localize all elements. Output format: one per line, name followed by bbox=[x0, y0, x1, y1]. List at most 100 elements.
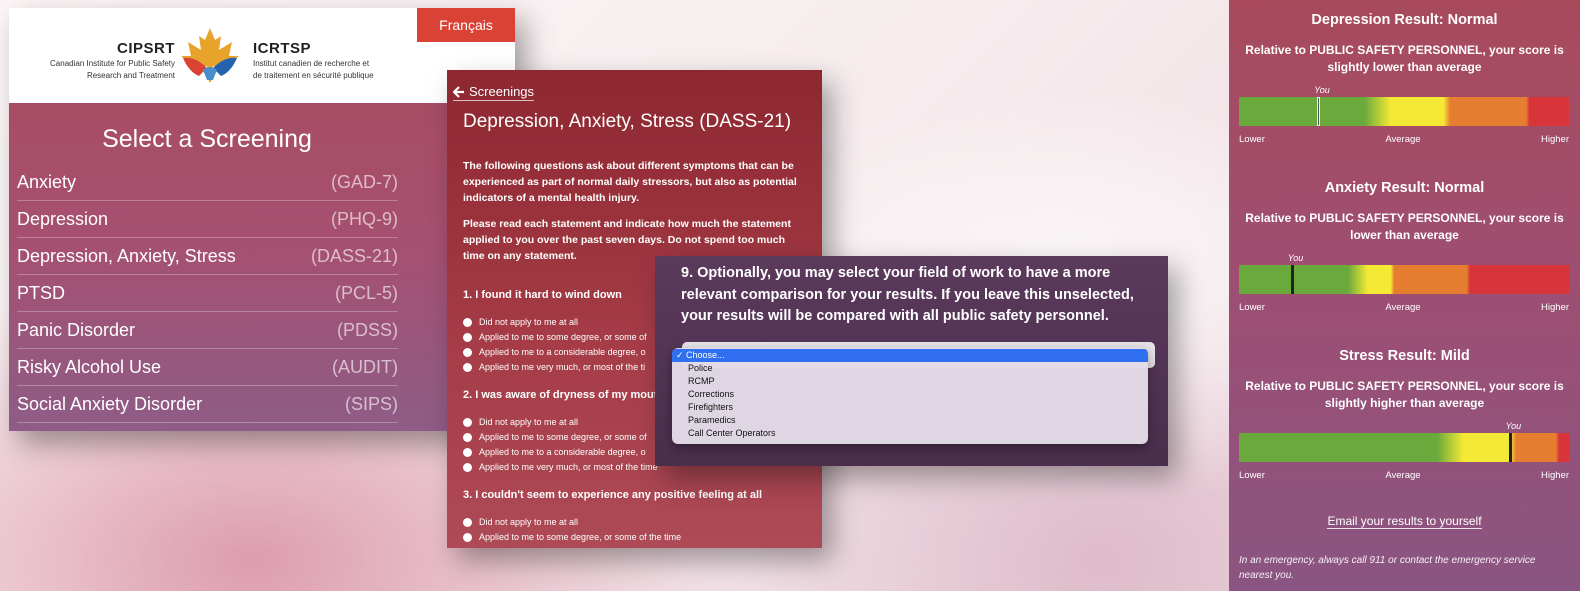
screening-item-social-anxiety[interactable]: Social Anxiety Disorder (SIPS) bbox=[17, 386, 398, 423]
answer-option[interactable]: Applied to me to a considerable degree, … bbox=[463, 447, 646, 457]
answer-option[interactable]: Applied to me to some degree, or some of bbox=[463, 332, 647, 342]
radio-button[interactable] bbox=[463, 432, 472, 442]
scale-average-label: Average bbox=[1385, 302, 1421, 313]
scale-lower-label: Lower bbox=[1239, 302, 1265, 313]
depression-result-description: Relative to PUBLIC SAFETY PERSONNEL, you… bbox=[1245, 43, 1564, 74]
page-title: Select a Screening bbox=[102, 125, 312, 153]
results-panel: Depression Result: Normal Relative to PU… bbox=[1229, 0, 1580, 591]
screening-code: (SIPS) bbox=[344, 393, 398, 414]
screening-code: (DASS-21) bbox=[310, 245, 398, 266]
logo-french-line1: Institut canadien de recherche et bbox=[253, 59, 370, 68]
answer-option[interactable]: Applied to me to some degree, or some of… bbox=[463, 532, 681, 542]
screening-code: (PCL-5) bbox=[334, 282, 398, 303]
dropdown-option-firefighters[interactable]: Firefighters bbox=[672, 401, 1148, 414]
scale-labels: Lower Average Higher bbox=[1239, 302, 1569, 313]
answer-option[interactable]: Applied to me very much, or most of the … bbox=[463, 362, 645, 372]
score-marker bbox=[1317, 97, 1321, 126]
option-label: Applied to me to some degree, or some of bbox=[479, 332, 647, 342]
anxiety-result-description: Relative to PUBLIC SAFETY PERSONNEL, you… bbox=[1245, 211, 1564, 242]
radio-button[interactable] bbox=[463, 517, 472, 527]
screening-code: (AUDIT) bbox=[332, 356, 398, 377]
answer-option[interactable]: Did not apply to me at all bbox=[463, 517, 578, 527]
depression-result-title: Depression Result: Normal bbox=[1311, 12, 1498, 28]
field-of-work-panel: 9. Optionally, you may select your field… bbox=[655, 256, 1168, 466]
answer-option[interactable]: Applied to me very much, or most of the … bbox=[463, 462, 658, 472]
field-of-work-dropdown[interactable]: ✓ Choose... Police RCMP Corrections Fire… bbox=[672, 348, 1148, 444]
option-label: Applied to me to a considerable degree, … bbox=[479, 347, 646, 357]
dropdown-option-paramedics[interactable]: Paramedics bbox=[672, 414, 1148, 427]
scale-lower-label: Lower bbox=[1239, 134, 1265, 145]
logo-french-abbr: ICRTSP bbox=[253, 40, 312, 57]
screening-item-ptsd[interactable]: PTSD (PCL-5) bbox=[17, 275, 398, 312]
intro-paragraph: The following questions ask about differ… bbox=[463, 160, 797, 204]
anxiety-result-title: Anxiety Result: Normal bbox=[1324, 180, 1485, 196]
header-logo-bar: CIPSRT Canadian Institute for Public Saf… bbox=[9, 8, 515, 103]
logo-english-abbr: CIPSRT bbox=[116, 40, 175, 57]
back-to-screenings-link[interactable]: Screenings bbox=[453, 84, 535, 101]
radio-button[interactable] bbox=[463, 417, 472, 427]
screening-item-dass21[interactable]: Depression, Anxiety, Stress (DASS-21) bbox=[17, 238, 398, 275]
screening-label: PTSD bbox=[17, 282, 66, 303]
you-label: You bbox=[1287, 253, 1304, 263]
dropdown-option-choose[interactable]: ✓ Choose... bbox=[672, 349, 1148, 362]
logo-english-line1: Canadian Institute for Public Safety bbox=[50, 59, 175, 68]
screening-item-alcohol[interactable]: Risky Alcohol Use (AUDIT) bbox=[17, 349, 398, 386]
maple-leaf-logo-icon bbox=[181, 28, 239, 82]
question-title: 2. I was aware of dryness of my mout bbox=[463, 389, 658, 401]
dropdown-option-police[interactable]: Police bbox=[672, 362, 1148, 375]
option-label: Did not apply to me at all bbox=[479, 417, 579, 427]
question-title: 3. I couldn't seem to experience any pos… bbox=[463, 489, 763, 501]
score-marker bbox=[1508, 433, 1512, 462]
stress-score-bar bbox=[1239, 433, 1569, 462]
questionnaire-title: Depression, Anxiety, Stress (DASS-21) bbox=[463, 111, 792, 132]
answer-option[interactable]: Did not apply to me at all bbox=[463, 417, 578, 427]
screening-code: (PHQ-9) bbox=[331, 208, 398, 229]
screening-item-depression[interactable]: Depression (PHQ-9) bbox=[17, 201, 398, 238]
screening-label: Anxiety bbox=[17, 171, 77, 192]
option-label: Applied to me to a considerable degree, … bbox=[479, 447, 646, 457]
radio-button[interactable] bbox=[463, 362, 472, 372]
option-label: Did not apply to me at all bbox=[479, 317, 579, 327]
radio-button[interactable] bbox=[463, 532, 472, 542]
option-label: Applied to me to some degree, or some of… bbox=[479, 532, 682, 542]
scale-higher-label: Higher bbox=[1541, 470, 1569, 481]
score-marker bbox=[1290, 265, 1294, 294]
scale-higher-label: Higher bbox=[1541, 302, 1569, 313]
radio-button[interactable] bbox=[463, 317, 472, 327]
arrow-left-icon bbox=[453, 85, 464, 98]
stress-result-description: Relative to PUBLIC SAFETY PERSONNEL, you… bbox=[1245, 379, 1564, 410]
dropdown-option-rcmp[interactable]: RCMP bbox=[672, 375, 1148, 388]
answer-option[interactable]: Applied to me to a considerable degree, … bbox=[463, 347, 646, 357]
dropdown-option-corrections[interactable]: Corrections bbox=[672, 388, 1148, 401]
dropdown-option-call-center[interactable]: Call Center Operators bbox=[672, 427, 1148, 440]
radio-button[interactable] bbox=[463, 347, 472, 357]
scale-average-label: Average bbox=[1385, 134, 1421, 145]
scale-higher-label: Higher bbox=[1541, 134, 1569, 145]
you-label: You bbox=[1505, 421, 1522, 431]
radio-button[interactable] bbox=[463, 462, 472, 472]
logo-english: CIPSRT Canadian Institute for Public Saf… bbox=[35, 40, 175, 81]
screening-code: (PDSS) bbox=[336, 319, 398, 340]
depression-score-bar bbox=[1239, 97, 1569, 126]
screening-code: (GAD-7) bbox=[331, 171, 398, 192]
screening-item-anxiety[interactable]: Anxiety (GAD-7) bbox=[17, 164, 398, 201]
language-toggle-button[interactable]: Français bbox=[417, 8, 515, 42]
stress-result-title: Stress Result: Mild bbox=[1339, 348, 1470, 364]
option-label: Did not apply to me at all bbox=[479, 517, 579, 527]
answer-option[interactable]: Did not apply to me at all bbox=[463, 317, 578, 327]
radio-button[interactable] bbox=[463, 447, 472, 457]
logo-french: ICRTSP Institut canadien de recherche et… bbox=[253, 40, 403, 81]
radio-button[interactable] bbox=[463, 332, 472, 342]
option-label: Applied to me to some degree, or some of bbox=[479, 432, 647, 442]
screening-label: Panic Disorder bbox=[17, 319, 136, 340]
answer-option[interactable]: Applied to me to some degree, or some of bbox=[463, 432, 647, 442]
anxiety-score-bar bbox=[1239, 265, 1569, 294]
screening-label: Risky Alcohol Use bbox=[17, 356, 162, 377]
scale-labels: Lower Average Higher bbox=[1239, 134, 1569, 145]
scale-lower-label: Lower bbox=[1239, 470, 1265, 481]
field-of-work-question: 9. Optionally, you may select your field… bbox=[681, 265, 1134, 324]
email-results-link[interactable]: Email your results to yourself bbox=[1229, 514, 1580, 529]
screening-item-panic[interactable]: Panic Disorder (PDSS) bbox=[17, 312, 398, 349]
email-link-label: Email your results to yourself bbox=[1327, 514, 1482, 529]
screening-label: Depression bbox=[17, 208, 109, 229]
